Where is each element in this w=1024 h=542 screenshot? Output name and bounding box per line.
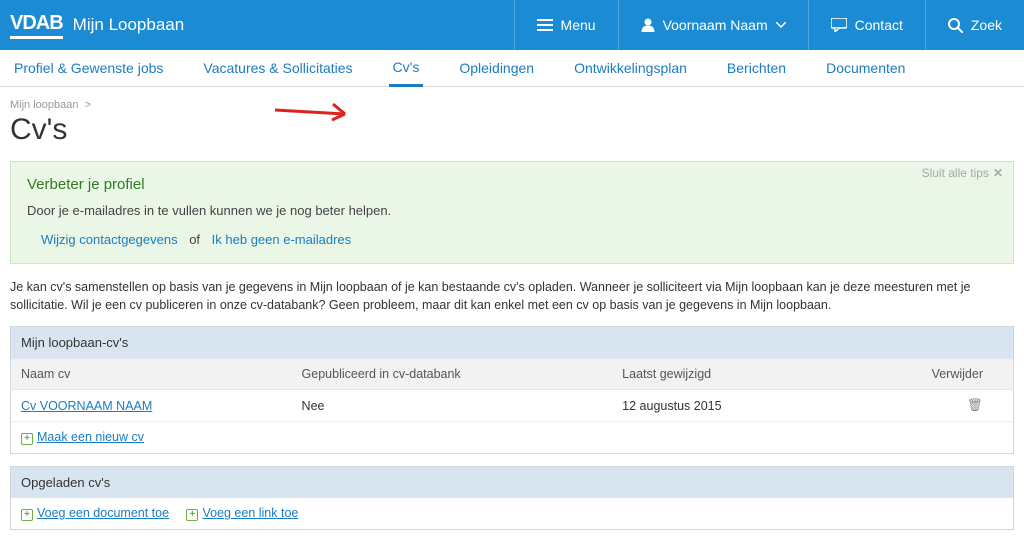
panel1-title: Mijn loopbaan-cv's xyxy=(11,327,1013,358)
page-title: Cv's xyxy=(0,113,1024,161)
table-row: Cv VOORNAAM NAAM Nee 12 augustus 2015 🗑 xyxy=(11,390,1013,422)
subnav-vacatures[interactable]: Vacatures & Sollicitaties xyxy=(199,50,356,87)
add-cv-link[interactable]: Maak een nieuw cv xyxy=(37,430,144,444)
subnav-opleidingen[interactable]: Opleidingen xyxy=(455,50,538,87)
contact-button[interactable]: Contact xyxy=(808,0,925,50)
tip-action-geen-email[interactable]: Ik heb geen e-mailadres xyxy=(212,232,351,247)
search-button[interactable]: Zoek xyxy=(925,0,1024,50)
chevron-down-icon xyxy=(776,22,786,28)
tip-close[interactable]: Sluit alle tips ✕ xyxy=(922,166,1003,180)
panel2-title: Opgeladen cv's xyxy=(11,467,1013,498)
topbar: VDAB Mijn Loopbaan Menu Voornaam Naam Co… xyxy=(0,0,1024,50)
search-icon xyxy=(948,18,963,33)
tip-body: Door je e-mailadres in te vullen kunnen … xyxy=(27,203,997,218)
contact-label: Contact xyxy=(855,17,903,33)
close-icon: ✕ xyxy=(993,166,1003,180)
brand-logo: VDAB xyxy=(10,12,63,39)
user-name: Voornaam Naam xyxy=(663,17,768,33)
breadcrumb-home[interactable]: Mijn loopbaan xyxy=(10,99,79,111)
panel-opgeladen-cvs: Opgeladen cv's + Voeg een document toe + V… xyxy=(10,466,1014,530)
tip-box: Sluit alle tips ✕ Verbeter je profiel Doo… xyxy=(10,161,1014,264)
cv-name-link[interactable]: Cv VOORNAAM NAAM xyxy=(21,399,152,413)
menu-button[interactable]: Menu xyxy=(514,0,618,50)
subnav-cvs[interactable]: Cv's xyxy=(389,50,424,87)
brand: VDAB Mijn Loopbaan xyxy=(0,12,184,39)
speech-bubble-icon xyxy=(831,18,847,32)
plus-icon: + xyxy=(21,509,33,521)
panel2-footer: + Voeg een document toe + Voeg een link to… xyxy=(11,498,1013,529)
brand-title: Mijn Loopbaan xyxy=(73,15,185,35)
breadcrumb: Mijn loopbaan > xyxy=(0,87,1024,113)
tip-of: of xyxy=(189,232,200,247)
subnav-documenten[interactable]: Documenten xyxy=(822,50,909,87)
col-gepubliceerd: Gepubliceerd in cv-databank xyxy=(292,359,613,390)
panel1-header-row: Naam cv Gepubliceerd in cv-databank Laat… xyxy=(11,359,1013,390)
trash-icon[interactable]: 🗑 xyxy=(967,398,983,412)
subnav-profiel[interactable]: Profiel & Gewenste jobs xyxy=(10,50,167,87)
user-icon xyxy=(641,18,655,32)
tip-close-label: Sluit alle tips xyxy=(922,166,989,180)
cv-published: Nee xyxy=(292,390,613,422)
panel1-footer: + Maak een nieuw cv xyxy=(11,422,1013,454)
panel-mijn-loopbaan-cvs: Mijn loopbaan-cv's Naam cv Gepubliceerd … xyxy=(10,326,1014,454)
subnav-berichten[interactable]: Berichten xyxy=(723,50,790,87)
intro-text: Je kan cv's samenstellen op basis van je… xyxy=(0,278,1024,326)
plus-icon: + xyxy=(186,509,198,521)
col-laatst: Laatst gewijzigd xyxy=(612,359,913,390)
tip-actions: Wijzig contactgegevens of Ik heb geen e-… xyxy=(27,232,997,247)
tip-heading: Verbeter je profiel xyxy=(27,176,997,193)
cv-date: 12 augustus 2015 xyxy=(612,390,913,422)
plus-icon: + xyxy=(21,433,33,445)
tip-action-wijzig[interactable]: Wijzig contactgegevens xyxy=(41,232,178,247)
user-menu[interactable]: Voornaam Naam xyxy=(618,0,808,50)
hamburger-icon xyxy=(537,18,553,32)
menu-label: Menu xyxy=(561,17,596,33)
subnav: Profiel & Gewenste jobs Vacatures & Soll… xyxy=(0,50,1024,87)
search-label: Zoek xyxy=(971,17,1002,33)
col-naam: Naam cv xyxy=(11,359,292,390)
add-document-link[interactable]: Voeg een document toe xyxy=(37,506,169,520)
col-verwijder: Verwijder xyxy=(913,359,1013,390)
add-link-link[interactable]: Voeg een link toe xyxy=(202,506,298,520)
subnav-ontwikkelingsplan[interactable]: Ontwikkelingsplan xyxy=(570,50,691,87)
